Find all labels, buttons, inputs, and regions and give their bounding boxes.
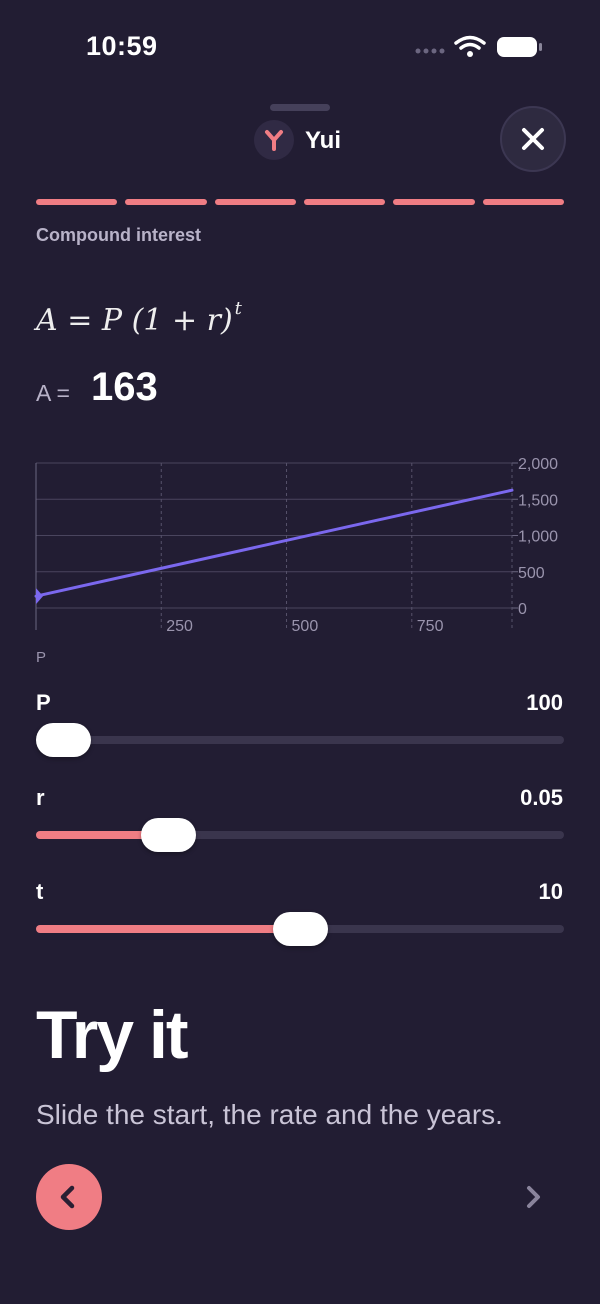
formula-lhs: A (36, 303, 58, 338)
slider-fill-t (36, 925, 300, 933)
x-tick-label: 750 (417, 618, 444, 635)
y-tick-label: 1,500 (518, 492, 558, 509)
slider-thumb-P[interactable] (36, 723, 91, 757)
y-tick-label: 2,000 (518, 456, 558, 473)
y-logo-icon (254, 120, 294, 160)
result-label: A = (36, 380, 70, 406)
subtitle: Slide the start, the rate and the years. (36, 1099, 503, 1130)
slider-label-P: P (36, 690, 51, 715)
slider-thumb-r[interactable] (140, 818, 196, 852)
progress-segment (482, 199, 564, 205)
progress-segment (36, 199, 118, 205)
series-line (34, 488, 514, 598)
cellular-icon (415, 48, 445, 54)
x-tick-label: 500 (292, 618, 319, 635)
next-button[interactable] (516, 1180, 550, 1214)
formula-principal: P (101, 303, 123, 338)
progress-segment (393, 199, 475, 205)
progress-segment (303, 199, 386, 205)
wifi-icon (454, 35, 486, 50)
heading: Try it (36, 997, 188, 1073)
y-tick-label: 1,000 (518, 529, 558, 546)
slider-track-P[interactable] (36, 736, 564, 744)
formula-equals: = (57, 303, 102, 338)
formula: A = P (1 + r) t (36, 298, 242, 338)
value-marker (36, 588, 43, 605)
progress-segment (125, 199, 207, 205)
chevron-right-icon (527, 1186, 540, 1208)
slider-label-t: t (36, 879, 44, 904)
close-icon (522, 128, 544, 150)
close-button[interactable] (500, 106, 566, 172)
formula-base: (1 + r) (131, 303, 233, 338)
slider-thumb-t[interactable] (272, 912, 328, 946)
battery-icon (497, 37, 542, 57)
slider-value-r: 0.05 (520, 785, 563, 810)
status-time: 10:59 (86, 31, 158, 61)
x-tick-label: 250 (166, 618, 193, 635)
lesson-progress (36, 199, 564, 206)
status-icons (415, 35, 542, 57)
previous-button[interactable] (36, 1164, 102, 1230)
progress-segment (214, 199, 296, 205)
app-name: Yui (305, 127, 342, 154)
y-tick-label: 500 (518, 565, 545, 582)
sheet-handle[interactable] (270, 104, 330, 111)
slider-value-P: 100 (526, 690, 563, 715)
compound-chart: 0 500 1,000 1,500 2,000 250 500 750 (34, 456, 558, 635)
chart-x-label: P (36, 649, 47, 666)
chevron-left-icon (60, 1185, 75, 1209)
formula-exponent: t (234, 298, 242, 319)
lesson-title: Compound interest (36, 225, 201, 245)
result-value: 163 (91, 365, 158, 409)
slider-label-r: r (36, 785, 45, 810)
slider-value-t: 10 (538, 879, 563, 904)
y-tick-label: 0 (518, 601, 527, 618)
